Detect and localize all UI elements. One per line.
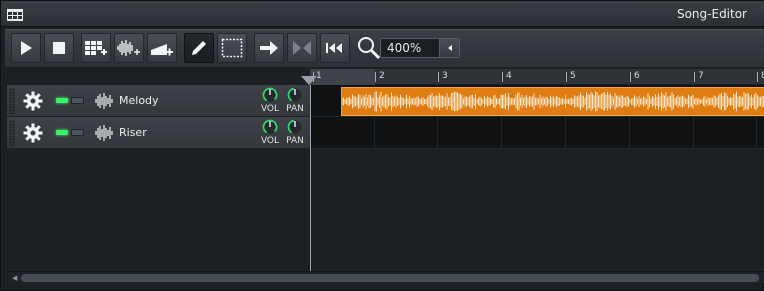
pan-knob[interactable] <box>287 87 303 103</box>
track-lane-melody[interactable] <box>310 85 764 117</box>
bar-number: 5 <box>570 71 576 81</box>
pan-label: PAN <box>286 136 304 146</box>
scroll-left-icon[interactable]: ◀ <box>12 274 17 282</box>
edit-mode-icon <box>221 38 243 58</box>
track-name[interactable]: Melody <box>119 94 159 107</box>
gear-icon[interactable] <box>23 123 43 143</box>
add-automation-track-button[interactable] <box>147 33 177 63</box>
play-button[interactable] <box>11 33 41 63</box>
add-automation-track-icon <box>151 44 173 56</box>
bar-tick <box>694 72 695 82</box>
solo-button[interactable] <box>71 97 84 104</box>
clip-waveform <box>342 91 764 112</box>
bar-tick <box>630 72 631 82</box>
volume-label: VOL <box>260 136 280 146</box>
auto-scroll-button[interactable] <box>254 33 284 63</box>
track-melody[interactable]: Melody VOL PAN <box>7 85 310 117</box>
zoom-dropdown-arrow[interactable] <box>439 39 459 57</box>
playhead-marker[interactable] <box>301 76 317 85</box>
bar-gridline <box>501 117 502 149</box>
add-beat-bassline-icon <box>85 41 107 55</box>
bar-number: 2 <box>379 71 385 81</box>
window-menu-icon[interactable] <box>7 9 23 21</box>
zoom-value: 400% <box>387 41 422 55</box>
gear-icon[interactable] <box>23 91 43 111</box>
loop-points-button[interactable] <box>287 33 317 63</box>
arrangement-grid[interactable] <box>310 85 764 271</box>
edit-mode-button[interactable] <box>217 33 247 63</box>
zoom-combobox[interactable]: 400% <box>380 38 460 58</box>
track-grip-handle[interactable] <box>9 88 15 114</box>
volume-label: VOL <box>260 104 280 114</box>
zoom-magnifier-icon <box>358 37 381 60</box>
loop-points-icon <box>293 41 311 55</box>
song-editor-window: Song-Editor 400% 1 2 3 4 5 6 7 8 Melody … <box>0 0 764 291</box>
track-headers: Melody VOL PAN Riser VOL PAN <box>7 85 310 150</box>
volume-knob[interactable] <box>262 87 278 103</box>
track-lane-riser[interactable] <box>310 117 764 149</box>
track-name[interactable]: Riser <box>119 126 147 139</box>
chevron-left-icon <box>448 45 452 51</box>
bar-number: 7 <box>698 71 704 81</box>
stop-icon <box>53 42 65 54</box>
track-grip-handle[interactable] <box>9 120 15 146</box>
mute-led[interactable] <box>56 98 68 103</box>
song-editor-toolbar: 400% <box>5 29 764 67</box>
bar-gridline <box>374 117 375 149</box>
bar-gridline <box>629 117 630 149</box>
bar-number: 6 <box>634 71 640 81</box>
bar-gridline <box>693 117 694 149</box>
draw-mode-icon <box>192 41 206 55</box>
add-sample-track-button[interactable] <box>114 33 144 63</box>
stop-button[interactable] <box>44 33 74 63</box>
play-icon <box>21 41 32 55</box>
add-beat-bassline-button[interactable] <box>81 33 111 63</box>
playhead-line <box>310 85 311 271</box>
title-bar[interactable]: Song-Editor <box>1 1 764 27</box>
bar-tick <box>502 72 503 82</box>
sample-clip-melody[interactable] <box>341 87 764 116</box>
pan-knob[interactable] <box>287 119 303 135</box>
rewind-to-start-button[interactable] <box>320 33 350 63</box>
add-sample-track-icon <box>117 40 140 56</box>
bar-gridline <box>565 117 566 149</box>
horizontal-scrollbar[interactable]: ◀ <box>9 271 764 283</box>
bar-tick <box>566 72 567 82</box>
bar-gridline <box>437 117 438 149</box>
move-right-icon <box>260 41 278 55</box>
bar-number: 3 <box>442 71 448 81</box>
solo-button[interactable] <box>71 129 84 136</box>
volume-knob[interactable] <box>262 119 278 135</box>
mute-led[interactable] <box>56 130 68 135</box>
sample-track-icon <box>95 125 113 141</box>
window-title: Song-Editor <box>676 7 747 21</box>
bar-tick <box>438 72 439 82</box>
bar-number: 4 <box>506 71 512 81</box>
bar-tick <box>757 72 758 82</box>
sample-track-icon <box>95 93 113 109</box>
bar-tick <box>375 72 376 82</box>
timeline-ruler[interactable]: 1 2 3 4 5 6 7 8 <box>310 69 764 85</box>
draw-mode-button[interactable] <box>184 33 214 63</box>
bar-gridline <box>756 117 757 149</box>
track-riser[interactable]: Riser VOL PAN <box>7 117 310 149</box>
waveform-path <box>342 91 764 112</box>
scrollbar-thumb[interactable] <box>21 274 759 282</box>
rewind-to-start-icon <box>326 43 342 53</box>
pan-label: PAN <box>286 104 304 114</box>
